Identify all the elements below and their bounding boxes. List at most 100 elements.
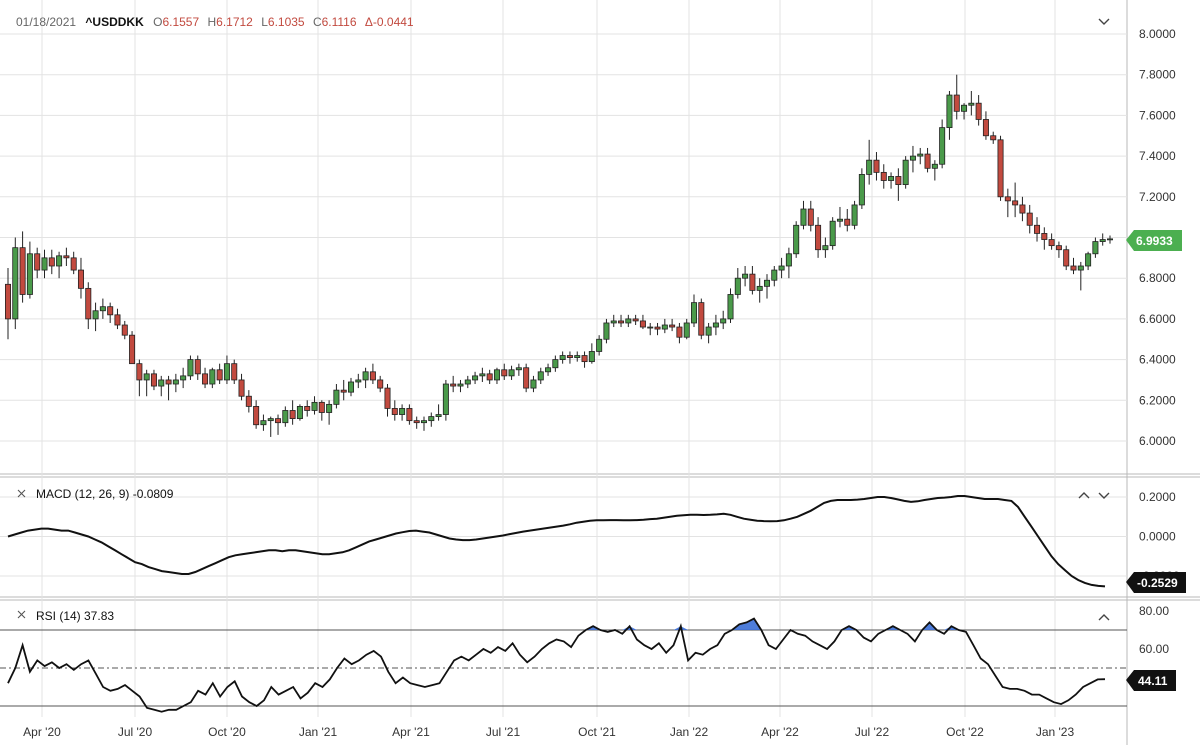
y-tick-label: 7.4000: [1139, 149, 1176, 163]
candle: [442, 379, 449, 421]
candle: [377, 375, 384, 393]
candle-body: [384, 387, 391, 409]
candle: [866, 139, 873, 185]
candle: [472, 371, 479, 385]
candle: [1055, 241, 1062, 258]
candle: [647, 322, 654, 336]
candle: [1070, 257, 1077, 275]
candle-body: [1012, 200, 1019, 206]
candle-body: [566, 355, 573, 358]
candle: [931, 160, 938, 181]
candle-body: [304, 406, 311, 411]
candle-body: [654, 326, 661, 330]
candle: [143, 369, 150, 397]
close-label: C: [313, 15, 322, 29]
candle: [669, 318, 676, 332]
candle-body: [537, 371, 544, 381]
candle: [545, 363, 552, 376]
y-tick-label: 6.0000: [1139, 434, 1176, 448]
chevron-down-icon[interactable]: [1098, 18, 1110, 25]
candle-body: [457, 383, 464, 387]
x-tick-label: Apr '20: [23, 725, 61, 739]
candle-body: [545, 367, 552, 373]
header-symbol: ^USDDKK: [85, 15, 144, 29]
candle: [158, 375, 165, 397]
macd-close-icon[interactable]: [17, 489, 26, 498]
candle: [625, 314, 632, 328]
candle-body: [829, 220, 836, 247]
rsi-last-value: 44.11: [1138, 674, 1168, 688]
candle: [114, 308, 121, 330]
candle-body: [968, 102, 975, 106]
chevron-up-icon[interactable]: [1098, 614, 1110, 621]
candle-body: [698, 302, 705, 336]
candle-body: [866, 159, 873, 175]
axis-labels: Apr '20 Jul '20 Oct '20 Jan '21 Apr '21 Jul '…: [23, 27, 1180, 739]
candle-body: [807, 208, 814, 226]
candle-body: [763, 279, 770, 287]
candle: [1085, 251, 1092, 271]
candle: [822, 237, 829, 258]
candle: [253, 400, 260, 429]
candle: [275, 414, 282, 435]
candle: [742, 265, 749, 287]
x-tick-label: Jan '21: [299, 725, 338, 739]
candle: [880, 164, 887, 189]
candle-body: [975, 102, 982, 120]
candle: [1099, 233, 1106, 246]
candle-body: [1070, 265, 1077, 271]
candle-body: [844, 218, 851, 226]
candle-body: [369, 371, 376, 381]
candle: [523, 363, 530, 393]
candle: [121, 320, 128, 340]
rsi-y-tick-label: 80.00: [1139, 604, 1169, 618]
x-tick-label: Oct '21: [578, 725, 616, 739]
candle: [508, 365, 515, 380]
candle-body: [85, 287, 92, 320]
candle: [975, 95, 982, 126]
candle: [231, 359, 238, 385]
candle: [318, 400, 325, 421]
candle-body: [413, 420, 420, 424]
candle: [676, 322, 683, 344]
candle: [1041, 227, 1048, 250]
candle-body: [362, 371, 369, 381]
open-label: O: [153, 15, 162, 29]
candle-body: [1019, 204, 1026, 214]
candle-body: [530, 379, 537, 389]
candle: [311, 396, 318, 415]
candle-body: [399, 408, 406, 415]
chart-canvas: Apr '20 Jul '20 Oct '20 Jan '21 Apr '21 Jul '…: [0, 0, 1200, 745]
candle-body: [836, 218, 843, 222]
candle: [829, 217, 836, 250]
candle: [1063, 245, 1070, 271]
y-tick-label: 6.2000: [1139, 393, 1176, 407]
candle: [77, 257, 84, 299]
candle: [289, 400, 296, 425]
candle: [836, 206, 843, 228]
candle: [939, 119, 946, 169]
candle: [399, 404, 406, 421]
candle: [63, 247, 70, 266]
candle-body: [442, 383, 449, 415]
rsi-close-icon[interactable]: [17, 610, 26, 619]
candle-body: [581, 355, 588, 363]
candle-body: [180, 375, 187, 381]
macd-line: [7, 495, 1106, 588]
candle: [588, 343, 595, 364]
candle-body: [501, 369, 508, 377]
candle-body: [618, 320, 625, 324]
candle: [858, 168, 865, 210]
candle-body: [785, 253, 792, 267]
candle: [968, 90, 975, 116]
candle-body: [982, 119, 989, 137]
candle-body: [902, 159, 909, 185]
candle: [260, 414, 267, 431]
candle-body: [165, 379, 172, 385]
candle-body: [1092, 241, 1099, 255]
candle: [129, 331, 136, 365]
candle: [369, 363, 376, 385]
candle: [92, 302, 99, 332]
candle: [172, 373, 179, 393]
candle-body: [318, 401, 325, 413]
